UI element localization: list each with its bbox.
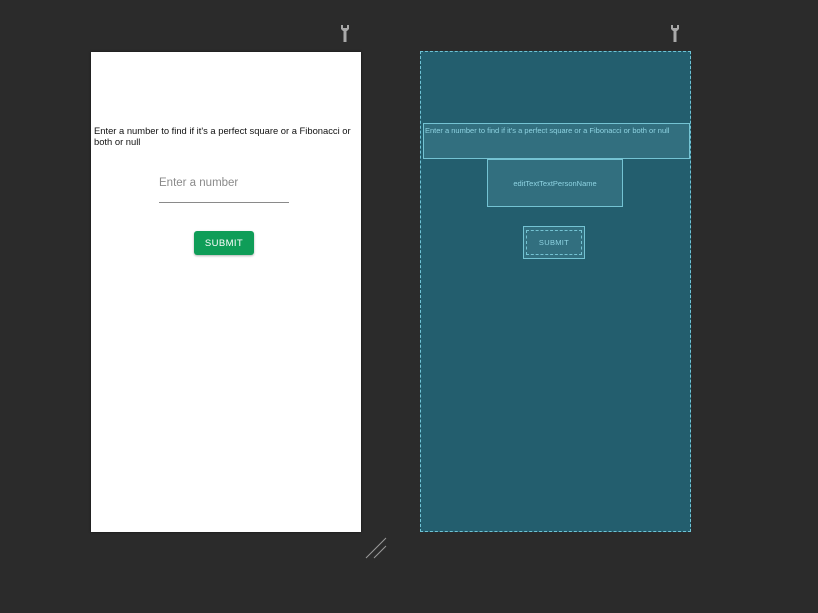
blueprint-input-id: editTextTextPersonName — [513, 178, 597, 188]
wrench-icon[interactable] — [339, 25, 351, 43]
blueprint-submit-label: SUBMIT — [538, 238, 570, 247]
input-placeholder: Enter a number — [159, 177, 239, 189]
prompt-text[interactable]: Enter a number to find if it's a perfect… — [94, 125, 356, 147]
submit-button[interactable]: SUBMIT — [194, 231, 254, 255]
number-input[interactable]: Enter a number — [159, 174, 289, 203]
resize-handle-icon[interactable] — [364, 536, 388, 560]
wrench-icon[interactable] — [669, 25, 681, 43]
blueprint-prompt-text[interactable]: Enter a number to find if it's a perfect… — [423, 123, 690, 159]
blueprint-submit-button[interactable]: SUBMIT — [523, 226, 585, 259]
blueprint-number-input[interactable]: editTextTextPersonName — [487, 159, 623, 207]
design-surface[interactable]: Enter a number to find if it's a perfect… — [91, 52, 361, 532]
blueprint-surface[interactable]: Enter a number to find if it's a perfect… — [420, 51, 691, 532]
